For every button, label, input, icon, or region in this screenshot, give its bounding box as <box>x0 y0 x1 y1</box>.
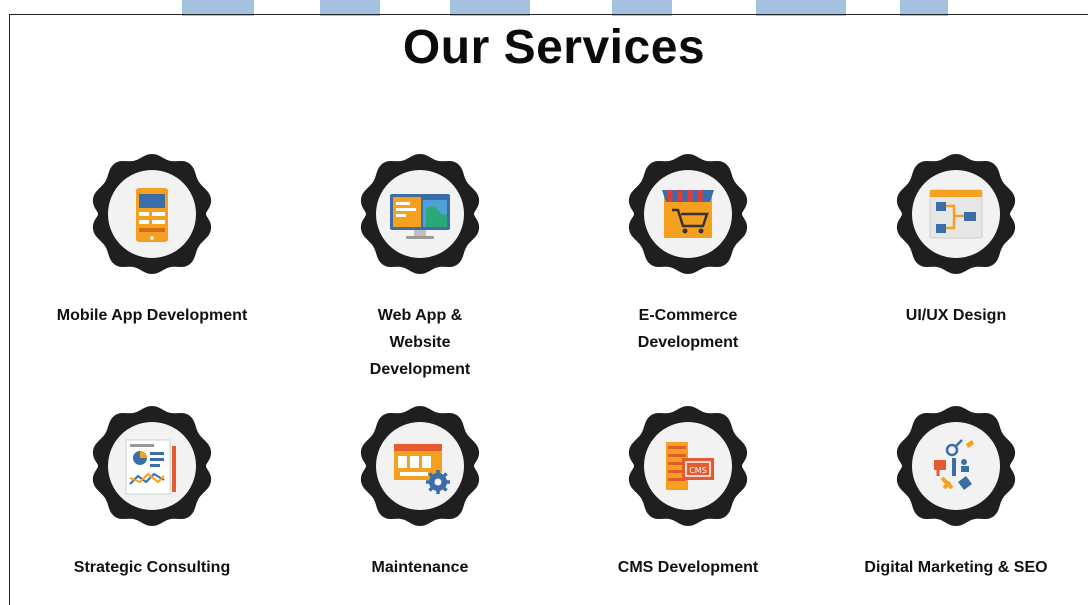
service-label: Mobile App Development <box>56 307 248 324</box>
badge <box>88 402 216 530</box>
service-label: Maintenance <box>371 559 469 576</box>
service-label: Strategic Consulting <box>73 559 231 576</box>
mobile-app-icon <box>92 154 212 274</box>
ux-flowchart-icon <box>896 154 1016 274</box>
service-label: CMS Development <box>617 559 759 576</box>
service-card-cms[interactable]: CMS CMS Development <box>554 402 822 590</box>
service-card-mobile-app[interactable]: Mobile App Development <box>18 150 286 350</box>
badge <box>892 402 1020 530</box>
service-card-maintenance[interactable]: Maintenance <box>286 402 554 590</box>
cms-server-icon: CMS <box>628 406 748 526</box>
service-card-ecommerce[interactable]: E-Commerce Development <box>554 150 822 360</box>
badge <box>892 150 1020 278</box>
service-label: UI/UX Design <box>905 307 1007 324</box>
consulting-chart-icon <box>92 406 212 526</box>
badge <box>88 150 216 278</box>
service-label: E-Commerce Development <box>637 307 739 351</box>
badge <box>356 402 484 530</box>
service-card-digital-marketing[interactable]: Digital Marketing & SEO <box>822 402 1088 590</box>
service-card-web-app[interactable]: Web App & Website Development <box>286 150 554 378</box>
digital-marketing-icon <box>896 406 1016 526</box>
service-label: Digital Marketing & SEO <box>864 559 1048 576</box>
ecommerce-cart-icon <box>628 154 748 274</box>
badge <box>356 150 484 278</box>
page-title: Our Services <box>402 21 706 74</box>
maintenance-gear-icon <box>360 406 480 526</box>
badge <box>624 150 752 278</box>
service-card-uiux[interactable]: UI/UX Design <box>822 150 1088 350</box>
svg-text:CMS: CMS <box>689 466 707 475</box>
service-card-consulting[interactable]: Strategic Consulting <box>18 402 286 590</box>
service-label: Web App & Website Development <box>369 307 471 378</box>
web-app-icon <box>360 154 480 274</box>
badge: CMS <box>624 402 752 530</box>
